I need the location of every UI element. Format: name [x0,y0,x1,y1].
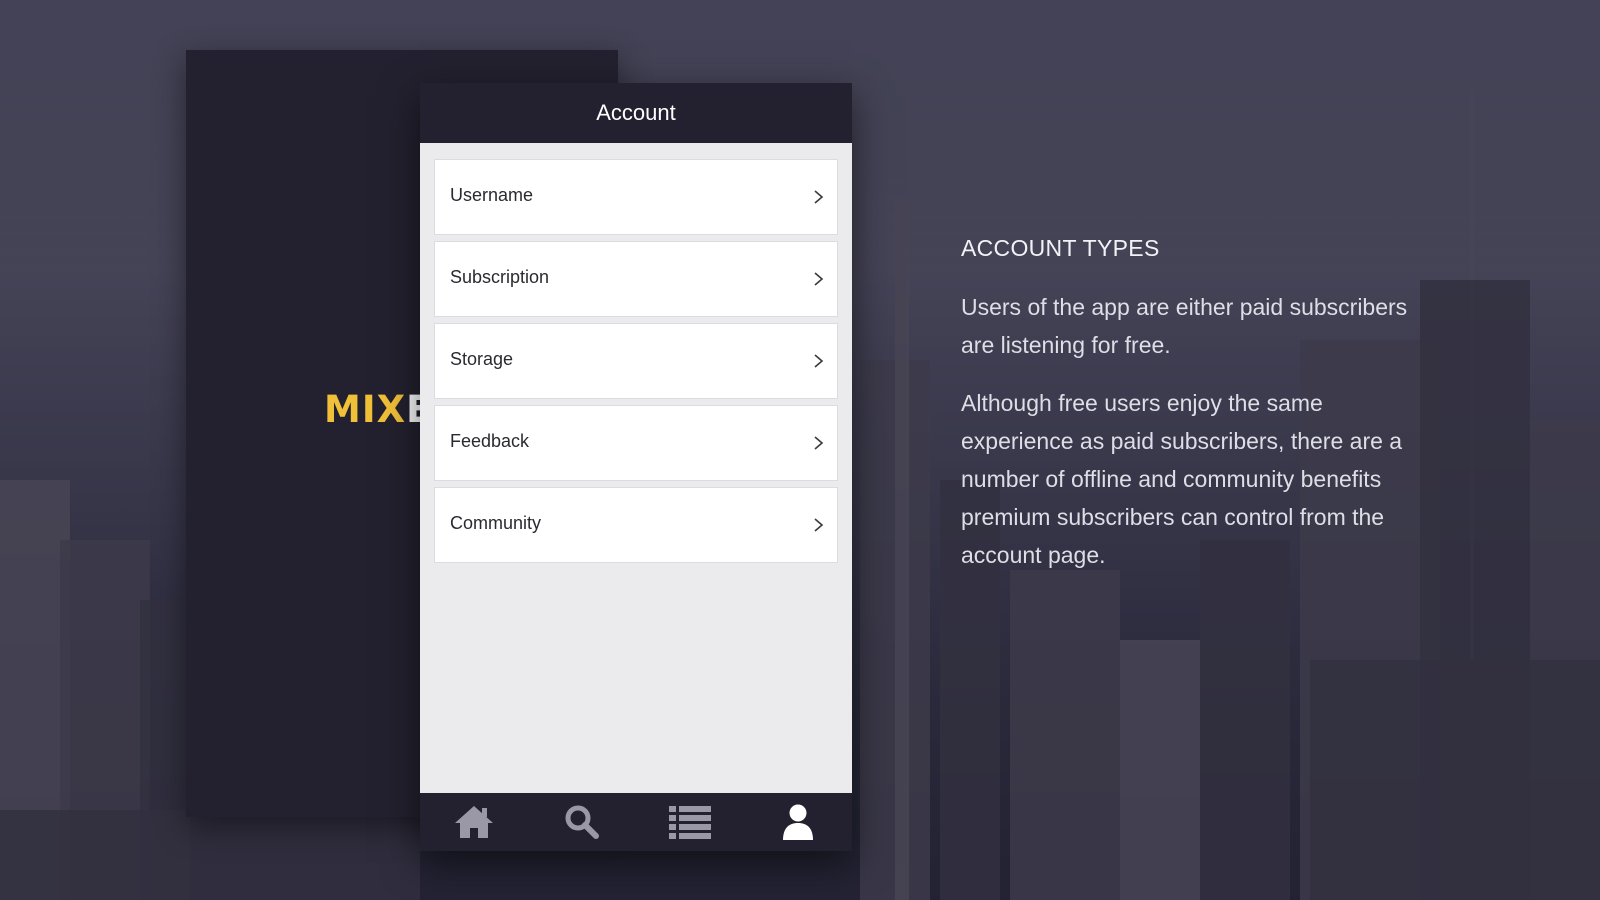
menu-item-label: Feedback [450,430,530,451]
screen-header: Account [420,83,852,143]
account-screen: Account Username Subscription Storage Fe… [420,83,852,851]
chevron-right-icon [814,518,824,532]
search-icon [565,805,599,839]
menu-item-username[interactable]: Username [434,159,838,235]
logo-accent-text: MIX [324,388,407,431]
home-icon [455,806,493,838]
info-paragraph: Users of the app are either paid subscri… [961,294,1408,358]
info-panel: ACCOUNT TYPES Users of the app are eithe… [961,235,1421,594]
bottom-tab-bar [420,793,852,851]
menu-item-subscription[interactable]: Subscription [434,241,838,317]
chevron-right-icon [814,436,824,450]
info-paragraph: Although free users enjoy the same exper… [961,390,1403,568]
account-menu: Username Subscription Storage Feedback C… [420,143,852,563]
tab-account[interactable] [768,797,828,847]
chevron-right-icon [814,354,824,368]
menu-item-storage[interactable]: Storage [434,323,838,399]
menu-item-label: Subscription [450,266,550,287]
menu-item-community[interactable]: Community [434,487,838,563]
tab-list[interactable] [660,797,720,847]
menu-item-label: Community [450,512,542,533]
screen-title: Account [596,100,676,125]
user-icon [783,804,813,840]
menu-item-label: Storage [450,348,514,369]
list-icon [669,806,711,839]
menu-item-label: Username [450,184,534,205]
tab-home[interactable] [444,797,504,847]
menu-item-feedback[interactable]: Feedback [434,405,838,481]
chevron-right-icon [814,272,824,286]
chevron-right-icon [814,190,824,204]
tab-search[interactable] [552,797,612,847]
info-heading: ACCOUNT TYPES [961,235,1160,261]
